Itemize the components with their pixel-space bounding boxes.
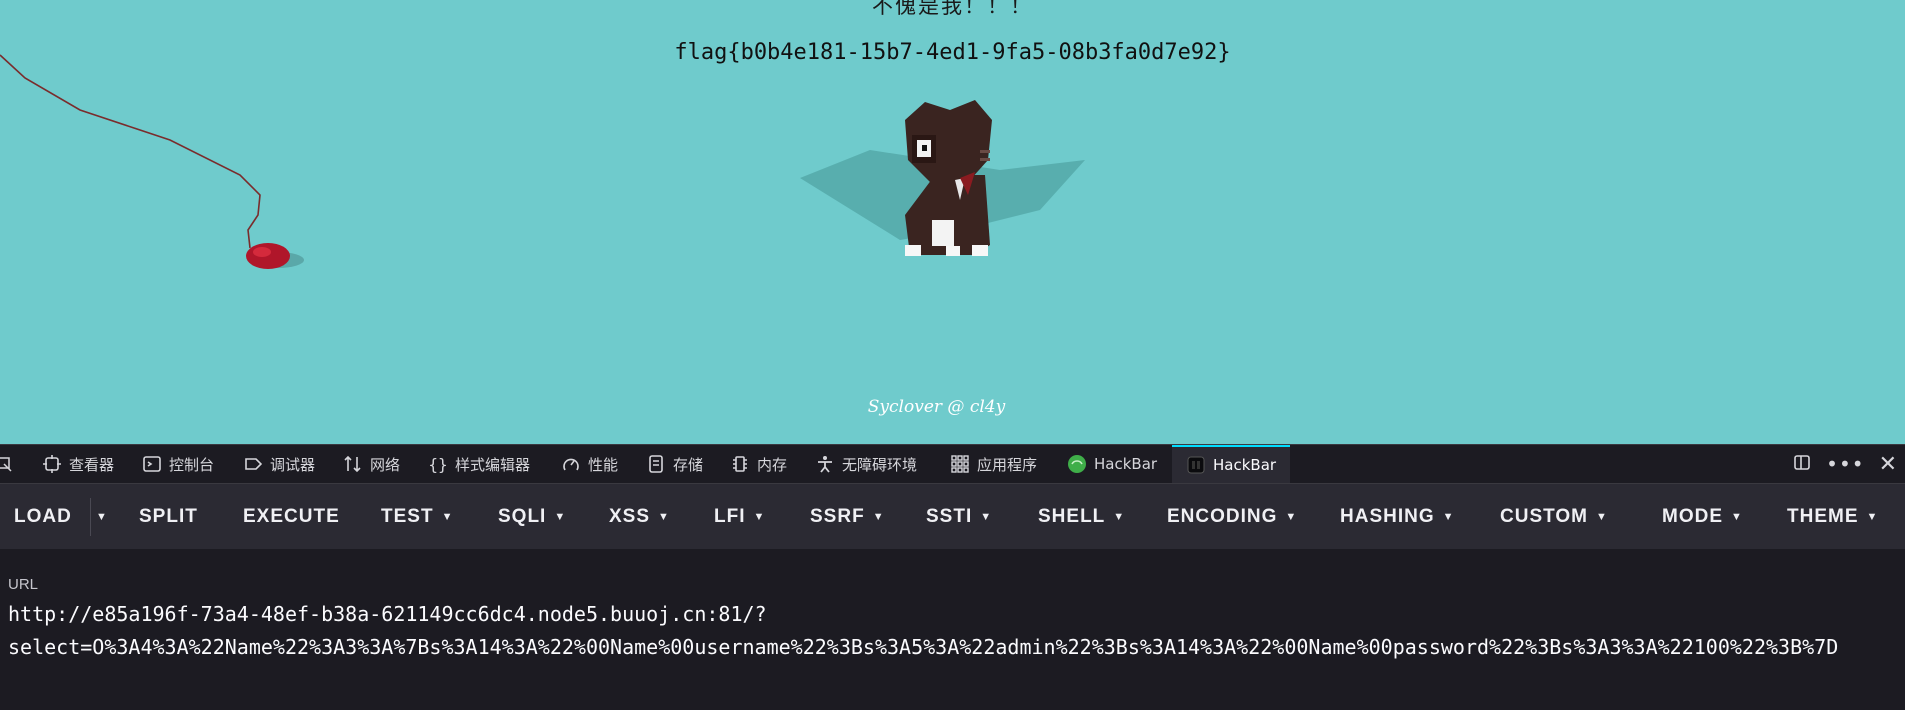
url-section: URL http://e85a196f-73a4-48ef-b38a-62114… xyxy=(0,550,1905,710)
accessibility-icon xyxy=(815,454,835,474)
chevron-down-icon: ▼ xyxy=(441,511,454,523)
application-icon xyxy=(950,454,970,474)
chevron-down-icon: ▼ xyxy=(1442,511,1455,523)
execute-button[interactable]: EXECUTE xyxy=(243,484,340,550)
memory-icon xyxy=(730,454,750,474)
ssti-menu[interactable]: SSTI ▼ xyxy=(926,484,992,550)
performance-icon xyxy=(561,454,581,474)
xss-menu[interactable]: XSS ▼ xyxy=(609,484,670,550)
tab-storage[interactable]: 存储 xyxy=(646,445,703,483)
yarn-ball xyxy=(246,243,290,269)
chevron-down-icon: ▼ xyxy=(96,511,108,523)
encoding-menu[interactable]: ENCODING ▼ xyxy=(1167,484,1297,550)
more-options-icon[interactable]: ••• xyxy=(1826,452,1864,476)
chevron-down-icon: ▼ xyxy=(872,511,885,523)
style-editor-icon: {} xyxy=(428,454,448,474)
cat-scene-illustration xyxy=(0,54,1085,269)
debugger-icon xyxy=(243,454,263,474)
devtools-panel: 查看器 控制台 调试器 网络 {} 样式编辑器 性能 存储 内存 无障碍环境 应… xyxy=(0,444,1905,710)
tab-label: HackBar xyxy=(1213,456,1277,474)
tab-inspector[interactable]: 查看器 xyxy=(42,445,114,483)
web-page: 不傀是我！！！ flag{b0b4e181-15b7-4ed1-9fa5-08b… xyxy=(0,0,1905,444)
chevron-down-icon: ▼ xyxy=(1113,511,1126,523)
url-label: URL xyxy=(8,576,39,593)
sqli-menu[interactable]: SQLI ▼ xyxy=(498,484,566,550)
chevron-down-icon: ▼ xyxy=(1866,511,1879,523)
tab-label: 样式编辑器 xyxy=(455,455,531,474)
chevron-down-icon: ▼ xyxy=(1285,511,1298,523)
tab-hackbar-1[interactable]: HackBar xyxy=(1067,445,1157,483)
tab-label: 控制台 xyxy=(169,455,215,474)
theme-menu[interactable]: THEME ▼ xyxy=(1787,484,1878,550)
tab-accessibility[interactable]: 无障碍环境 xyxy=(815,445,917,483)
hackbar-dark-icon xyxy=(1186,455,1206,475)
element-picker-icon xyxy=(0,454,14,474)
tab-debugger[interactable]: 调试器 xyxy=(243,445,315,483)
tab-application[interactable]: 应用程序 xyxy=(950,445,1037,483)
chevron-down-icon: ▼ xyxy=(1595,511,1608,523)
tab-style-editor[interactable]: {} 样式编辑器 xyxy=(428,445,530,483)
url-input[interactable]: http://e85a196f-73a4-48ef-b38a-621149cc6… xyxy=(8,598,1888,664)
network-icon xyxy=(343,454,363,474)
yarn-string xyxy=(0,54,261,249)
chevron-down-icon: ▼ xyxy=(658,511,670,523)
tab-label: 存储 xyxy=(673,455,704,474)
tab-console[interactable]: 控制台 xyxy=(142,445,214,483)
tab-label: 调试器 xyxy=(270,455,316,474)
tab-memory[interactable]: 内存 xyxy=(730,445,787,483)
devtools-right-tools: ••• ✕ xyxy=(1792,445,1897,483)
tab-label: 网络 xyxy=(370,455,401,474)
close-icon[interactable]: ✕ xyxy=(1879,452,1897,477)
hashing-menu[interactable]: HASHING ▼ xyxy=(1340,484,1455,550)
chevron-down-icon: ▼ xyxy=(554,511,567,523)
tab-label: 无障碍环境 xyxy=(842,455,918,474)
lfi-menu[interactable]: LFI ▼ xyxy=(714,484,765,550)
tab-label: 内存 xyxy=(757,455,788,474)
inspector-icon xyxy=(42,454,62,474)
tab-hackbar-2-active[interactable]: HackBar xyxy=(1172,445,1291,483)
tab-label: 应用程序 xyxy=(977,455,1038,474)
tab-label: 查看器 xyxy=(69,455,115,474)
chevron-down-icon: ▼ xyxy=(980,511,993,523)
shell-menu[interactable]: SHELL ▼ xyxy=(1038,484,1125,550)
split-button[interactable]: SPLIT xyxy=(139,484,198,550)
page-footer: Syclover @ cl4y xyxy=(867,397,1006,417)
test-menu[interactable]: TEST ▼ xyxy=(381,484,453,550)
tab-label: HackBar xyxy=(1094,455,1158,473)
console-icon xyxy=(142,454,162,474)
element-picker-button[interactable] xyxy=(0,445,21,483)
dock-side-icon[interactable] xyxy=(1792,452,1812,476)
hackbar-green-icon xyxy=(1067,454,1087,474)
devtools-tabbar: 查看器 控制台 调试器 网络 {} 样式编辑器 性能 存储 内存 无障碍环境 应… xyxy=(0,444,1905,484)
load-button[interactable]: LOAD xyxy=(14,484,72,550)
mode-menu[interactable]: MODE ▼ xyxy=(1662,484,1743,550)
chevron-down-icon: ▼ xyxy=(1731,511,1743,523)
tab-label: 性能 xyxy=(588,455,619,474)
tab-performance[interactable]: 性能 xyxy=(561,445,618,483)
toolbar-divider xyxy=(90,498,91,536)
custom-menu[interactable]: CUSTOM ▼ xyxy=(1500,484,1608,550)
tab-network[interactable]: 网络 xyxy=(343,445,400,483)
load-menu-chevron[interactable]: ▼ xyxy=(96,484,108,550)
chevron-down-icon: ▼ xyxy=(753,511,766,523)
storage-icon xyxy=(646,454,666,474)
ssrf-menu[interactable]: SSRF ▼ xyxy=(810,484,885,550)
hackbar-toolbar: LOAD ▼ SPLIT EXECUTE TEST ▼ SQLI ▼ XSS ▼ LF… xyxy=(0,484,1905,550)
